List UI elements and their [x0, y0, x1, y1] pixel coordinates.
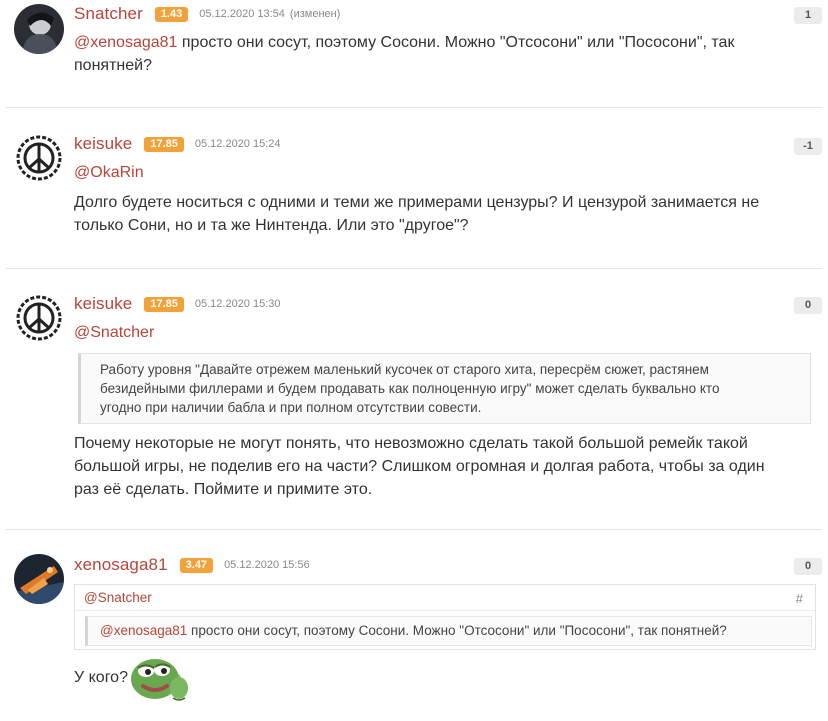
- quoted-text: просто они сосут, поэтому Сосони. Можно …: [187, 623, 727, 638]
- reply-quote-box: @Snatcher # @xenosaga81 просто они сосут…: [74, 584, 816, 650]
- rating-badge[interactable]: 0: [794, 297, 822, 314]
- comment-line: раз её сделать. Поймите и примите это.: [74, 481, 373, 498]
- comment-line: @xenosaga81 просто они сосут, поэтому Со…: [74, 31, 734, 54]
- comment-3: keisuke 17.85 05.12.2020 15:30 0 @Snatch…: [0, 269, 828, 529]
- peace-symbol-icon: [16, 135, 62, 181]
- username-link[interactable]: xenosaga81: [74, 555, 168, 575]
- rating-badge[interactable]: 1: [794, 7, 822, 24]
- rating-badge[interactable]: 0: [794, 558, 822, 575]
- comment-header: Snatcher 1.43 05.12.2020 13:54 (изменен): [74, 4, 340, 24]
- timestamp[interactable]: 05.12.2020 13:54: [199, 8, 285, 20]
- comment-header: keisuke 17.85 05.12.2020 15:24: [74, 134, 281, 154]
- reply-to-link[interactable]: @Snatcher: [75, 585, 815, 611]
- comment-line: У кого?: [74, 669, 128, 686]
- timestamp[interactable]: 05.12.2020 15:24: [195, 138, 281, 150]
- anchor-link[interactable]: #: [796, 591, 803, 607]
- comment-line: Долго будете носиться с одними и теми же…: [74, 194, 760, 211]
- blockquote: Работу уровня "Давайте отрежем маленький…: [78, 353, 811, 424]
- comment-text: У кого?: [74, 666, 128, 689]
- mention-link[interactable]: @xenosaga81: [100, 623, 187, 638]
- quote-line: Работу уровня "Давайте отрежем маленький…: [100, 362, 709, 377]
- rating-badge[interactable]: -1: [794, 138, 822, 155]
- comment-text: @xenosaga81 просто они сосут, поэтому Со…: [74, 31, 734, 77]
- avatar[interactable]: [14, 293, 64, 343]
- peace-symbol-icon: [16, 295, 62, 341]
- avatar-image-icon: [14, 4, 64, 54]
- mention-link[interactable]: @xenosaga81: [74, 34, 177, 51]
- pepe-frog-emoji-icon: [129, 656, 191, 702]
- avatar[interactable]: [14, 4, 64, 54]
- comment-1: Snatcher 1.43 05.12.2020 13:54 (изменен)…: [0, 0, 828, 108]
- comment-line: понятней?: [74, 57, 152, 74]
- timestamp[interactable]: 05.12.2020 15:56: [224, 559, 310, 571]
- comment-line-text: просто они сосут, поэтому Сосони. Можно …: [177, 34, 735, 51]
- comment-text: Почему некоторые не могут понять, что не…: [74, 432, 765, 501]
- comment-4: xenosaga81 3.47 05.12.2020 15:56 0 @Snat…: [0, 530, 828, 721]
- timestamp[interactable]: 05.12.2020 15:30: [195, 298, 281, 310]
- comment-header: xenosaga81 3.47 05.12.2020 15:56: [74, 555, 310, 575]
- avatar[interactable]: [14, 554, 64, 604]
- karma-badge: 17.85: [144, 136, 184, 152]
- comment-line: большой игры, не поделив его на части? С…: [74, 458, 765, 475]
- comment-line: только Сони, но и та же Нинтенда. Или эт…: [74, 217, 469, 234]
- quoted-comment: @xenosaga81 просто они сосут, поэтому Со…: [85, 616, 812, 646]
- avatar-image-icon: [14, 554, 64, 604]
- mention-link[interactable]: @Snatcher: [74, 321, 154, 344]
- quote-line: угодно при наличии бабла и при полном от…: [100, 400, 482, 415]
- karma-badge: 1.43: [154, 6, 189, 22]
- quote-line: безидейными филлерами и будем продавать …: [100, 381, 720, 396]
- avatar[interactable]: [14, 133, 64, 183]
- username-link[interactable]: keisuke: [74, 134, 132, 154]
- karma-badge: 17.85: [144, 296, 184, 312]
- username-link[interactable]: Snatcher: [74, 4, 143, 24]
- karma-badge: 3.47: [179, 557, 214, 573]
- comment-2: keisuke 17.85 05.12.2020 15:24 -1 @OkaRi…: [0, 108, 828, 268]
- comment-line: Почему некоторые не могут понять, что не…: [74, 435, 748, 452]
- edited-label: (изменен): [289, 8, 341, 20]
- mention-link[interactable]: @OkaRin: [74, 161, 759, 184]
- comment-header: keisuke 17.85 05.12.2020 15:30: [74, 294, 281, 314]
- username-link[interactable]: keisuke: [74, 294, 132, 314]
- comment-text: @OkaRin Долго будете носиться с одними и…: [74, 161, 759, 237]
- comment-mention: @Snatcher: [74, 321, 154, 344]
